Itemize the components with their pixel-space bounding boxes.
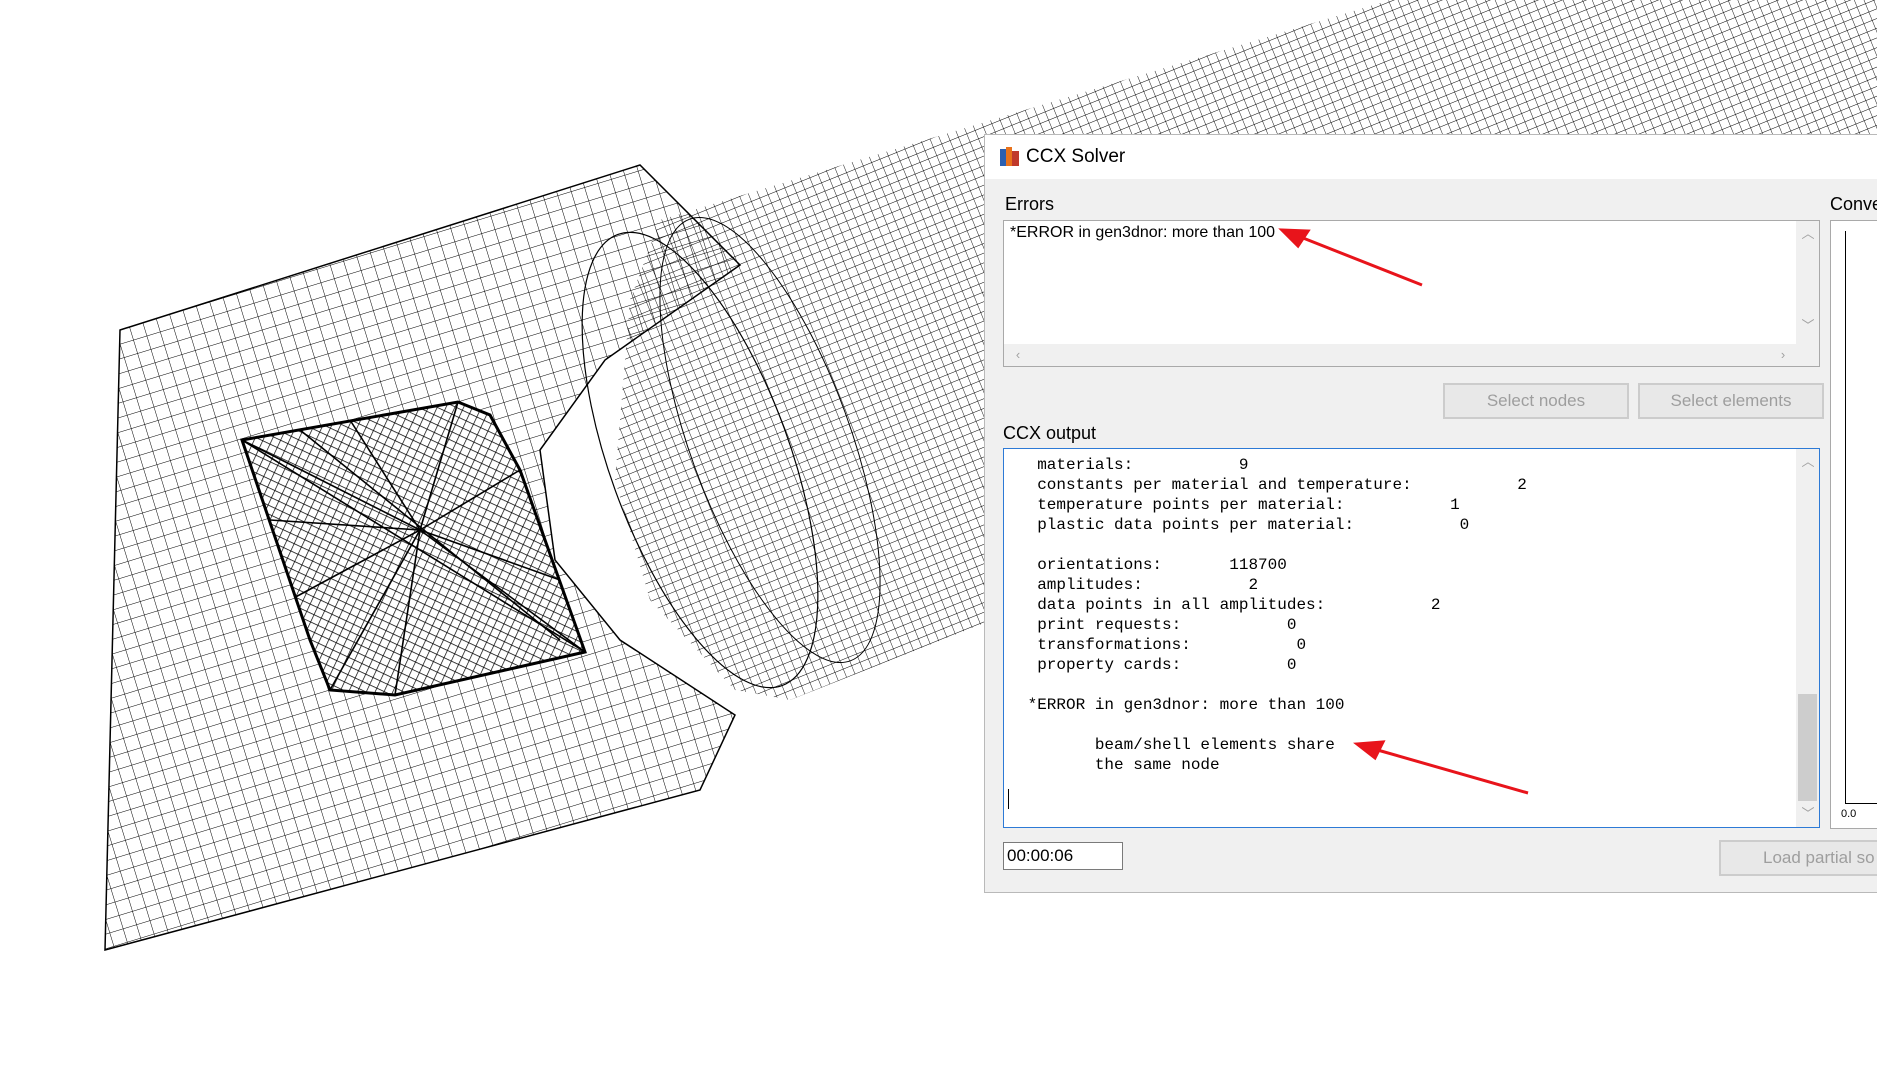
scroll-up-icon[interactable]: ︿ (1798, 227, 1818, 241)
output-line: beam/shell elements share (1018, 736, 1335, 754)
scroll-up-icon[interactable]: ︿ (1798, 455, 1818, 469)
output-line: print requests: 0 (1018, 616, 1297, 634)
output-line: materials: 9 (1018, 456, 1249, 474)
convergence-axis-tick: 0.0 (1841, 808, 1857, 820)
errors-label: Errors (1005, 194, 1054, 214)
output-line: property cards: 0 (1018, 656, 1297, 674)
scroll-down-icon[interactable]: ﹀ (1798, 319, 1818, 333)
errors-horizontal-scrollbar[interactable]: ‹ › (1004, 344, 1819, 366)
errors-vertical-scrollbar[interactable]: ︿ ﹀ (1796, 221, 1819, 344)
output-line: data points in all amplitudes: 2 (1018, 596, 1441, 614)
convergence-y-axis (1845, 231, 1846, 803)
output-line: the same node (1018, 756, 1220, 774)
output-line: plastic data points per material: 0 (1018, 516, 1470, 534)
scroll-left-icon[interactable]: ‹ (1008, 348, 1028, 362)
ccx-app-icon (1000, 147, 1019, 166)
scroll-down-icon[interactable]: ﹀ (1798, 807, 1818, 821)
ccx-output-label: CCX output (1003, 423, 1097, 443)
output-line: orientations: 118700 (1018, 556, 1287, 574)
convergence-label: Conve (1830, 194, 1877, 214)
scroll-right-icon[interactable]: › (1773, 348, 1793, 362)
output-line: amplitudes: 2 (1018, 576, 1259, 594)
ccx-solver-window: CCX Solver Errors *ERROR in gen3dnor: mo… (984, 134, 1877, 893)
convergence-x-axis (1845, 803, 1877, 804)
output-vertical-scrollbar[interactable]: ︿ ﹀ (1796, 449, 1819, 827)
ccx-output-textbox[interactable]: materials: 9 constants per material and … (1003, 448, 1820, 828)
select-nodes-button[interactable]: Select nodes (1443, 383, 1629, 419)
error-message: *ERROR in gen3dnor: more than 100 (1010, 224, 1276, 241)
load-partial-solution-button[interactable]: Load partial so (1719, 840, 1877, 876)
output-line: *ERROR in gen3dnor: more than 100 (1018, 696, 1345, 714)
output-line: constants per material and temperature: … (1018, 476, 1527, 494)
errors-textbox[interactable]: *ERROR in gen3dnor: more than 100 ︿ ﹀ ‹ … (1003, 220, 1820, 367)
scroll-thumb[interactable] (1798, 694, 1817, 801)
output-line: transformations: 0 (1018, 636, 1307, 654)
window-title: CCX Solver (1026, 146, 1126, 167)
elapsed-time-field: 00:00:06 (1003, 842, 1123, 870)
text-caret (1008, 789, 1009, 809)
output-line: temperature points per material: 1 (1018, 496, 1460, 514)
select-elements-button[interactable]: Select elements (1638, 383, 1824, 419)
convergence-chart-panel: 0.0 (1830, 220, 1877, 829)
title-bar[interactable]: CCX Solver (985, 135, 1877, 179)
